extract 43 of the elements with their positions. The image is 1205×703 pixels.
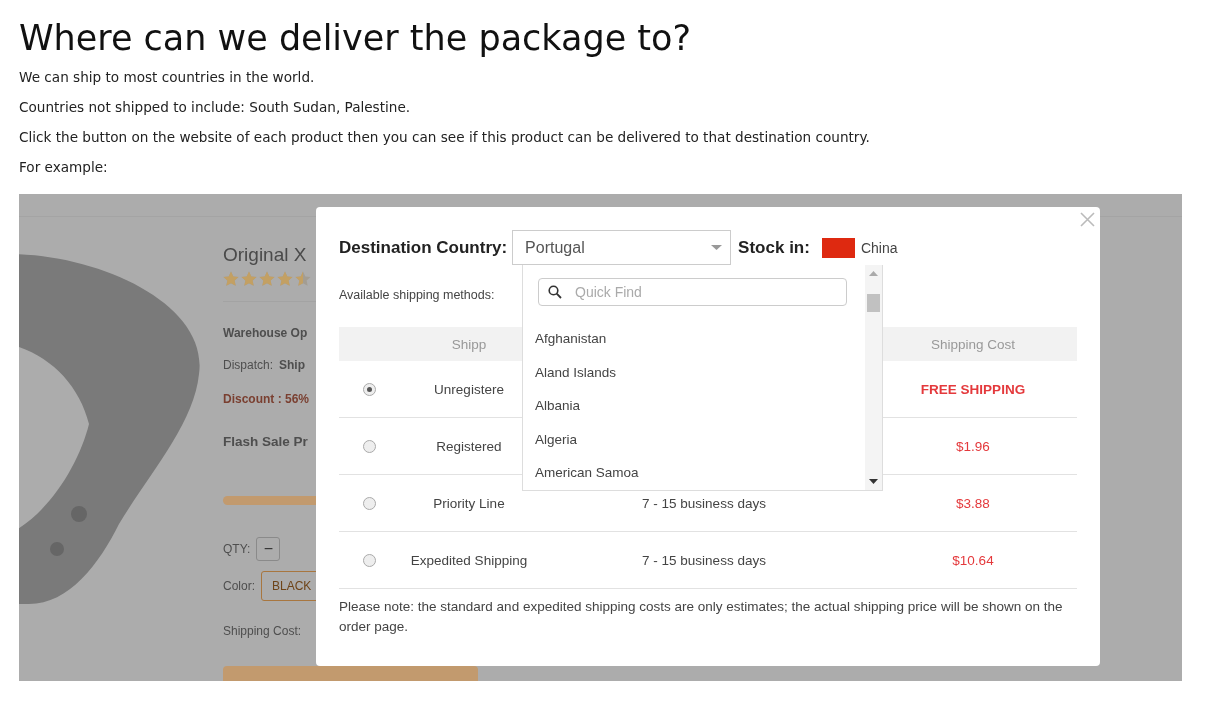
paragraph: We can ship to most countries in the world. [19,68,316,87]
dispatch-label: Dispatch: [223,358,274,372]
shipping-note: Please note: the standard and expedited shipping costs are only estimates; the actual shipping price will be shown on the order page. [339,598,1064,636]
flag-icon [821,237,855,258]
paragraph: For example: [19,158,109,177]
warehouse-label: Warehouse Op [223,326,308,340]
star-icon [259,271,275,287]
search-field[interactable]: Quick Find [538,278,847,306]
page-heading: Where can we deliver the package to? [19,17,692,60]
search-icon [548,285,562,299]
scroll-up-icon [869,271,878,276]
star-icon [295,271,311,287]
star-icon [223,271,239,287]
dispatch-value: Ship [279,358,306,372]
star-icon [241,271,257,287]
stock-country: China [860,239,898,256]
scroll-down-icon [869,479,878,484]
shipping-cost-label: Shipping Cost: [223,624,302,638]
color-label: Color: [223,579,255,593]
minus-button[interactable]: − [256,537,281,561]
product-title: Original X [223,243,308,267]
destination-label: Destination Country: [339,237,508,258]
paragraph: Click the button on the website of each product then you can see if this product can be delivered to that destination country. [19,128,871,147]
star-icon [277,271,293,287]
qty-label: QTY: [223,542,251,556]
radio-button[interactable] [362,440,376,454]
flash-sale-label: Flash Sale Pr [223,433,308,449]
radio-button[interactable] [362,554,376,568]
paragraph: Countries not shipped to include: South Sudan, Palestine. [19,98,412,117]
country-select[interactable]: Portugal [512,230,732,265]
selected-country: Portugal [525,238,585,257]
stock-label: Stock in: [738,237,810,258]
scrollbar[interactable] [865,265,882,490]
methods-label: Available shipping methods: [339,287,495,304]
radio-button[interactable] [362,383,376,397]
table-cell: 7 - 15 business days [539,531,869,589]
caret-icon [711,245,723,250]
discount-text: Discount : 56% [223,392,309,406]
table-cell: $10.64 [869,531,1077,589]
radio-button[interactable] [362,497,376,511]
close-icon [1079,211,1096,228]
scrollbar-thumb[interactable] [867,293,880,312]
table-cell: Expedited Shipping [399,531,539,589]
